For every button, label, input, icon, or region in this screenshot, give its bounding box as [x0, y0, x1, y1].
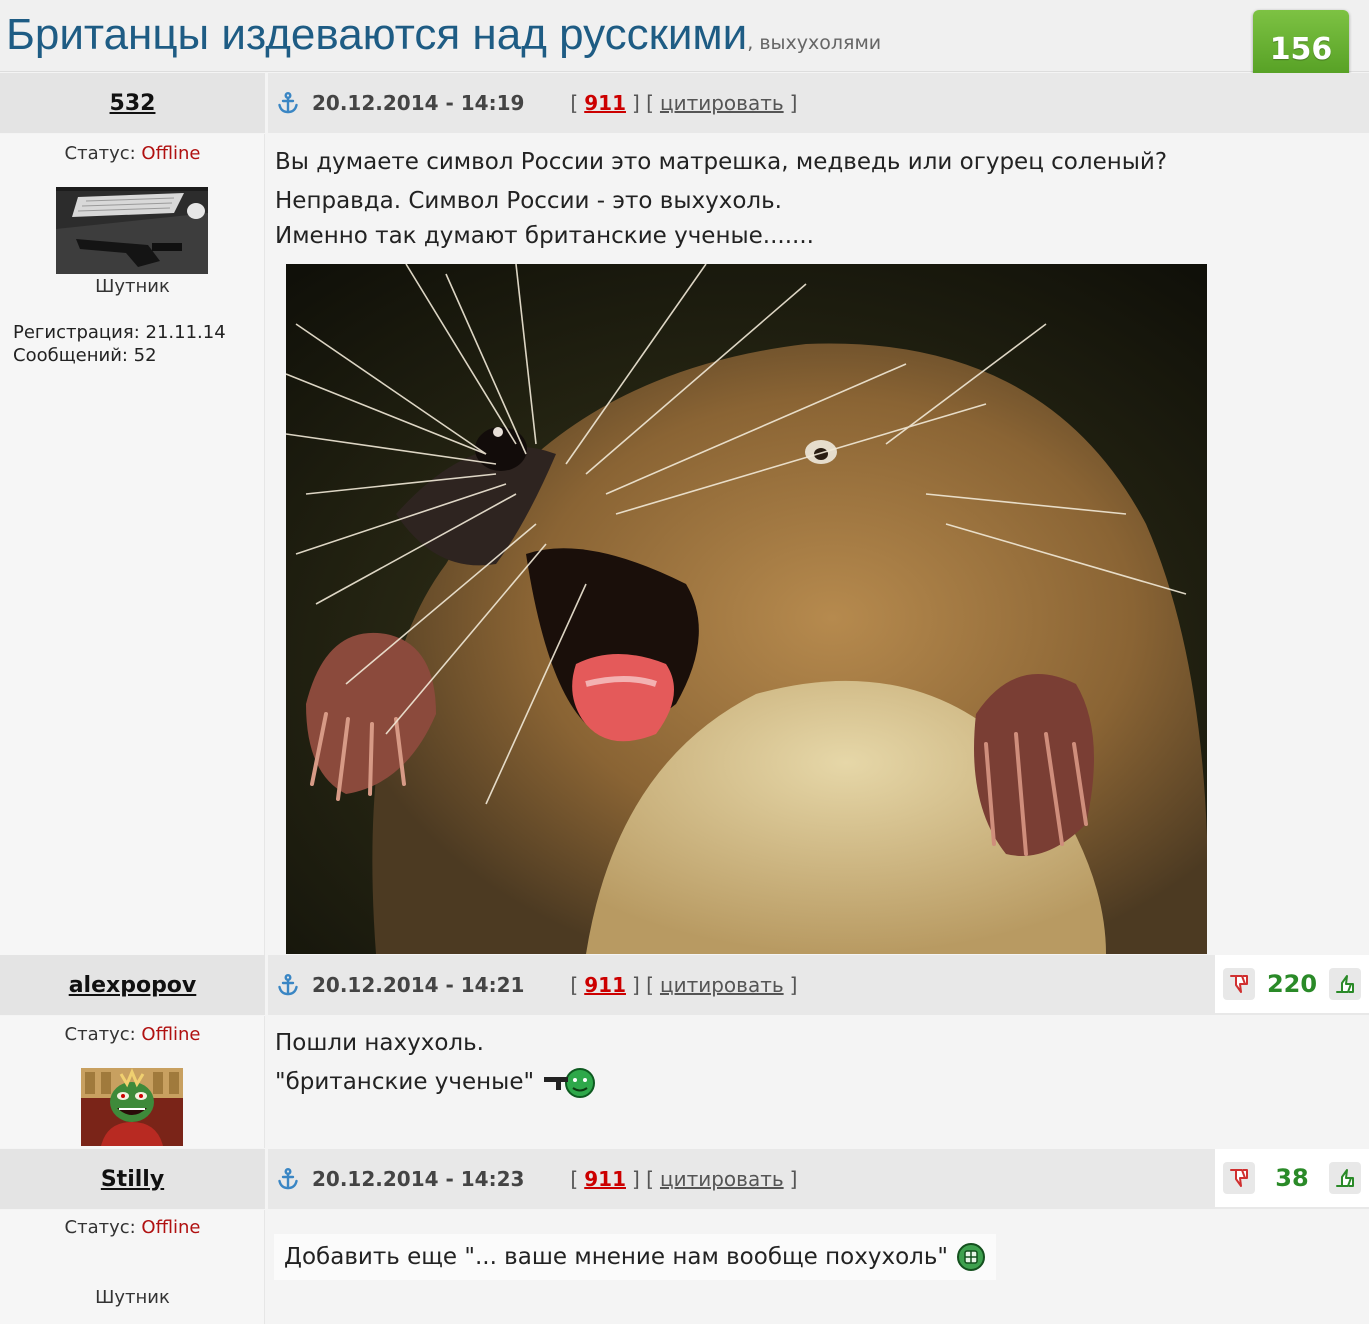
vote-count: 220	[1266, 970, 1318, 998]
author-registration: Регистрация: 21.11.14	[13, 322, 226, 343]
smiley-icon	[956, 1243, 985, 1271]
post-author-cell: 532	[0, 73, 265, 133]
post-vote-widget: 38	[1215, 1149, 1369, 1207]
anchor-icon[interactable]	[276, 973, 300, 997]
post-body: Вы думаете символ России это матрешка, м…	[268, 134, 1369, 955]
post-header: 20.12.2014 - 14:23 [911] [цитировать] 38	[268, 1149, 1369, 1209]
status-offline: Offline	[141, 1217, 201, 1238]
post-author-cell: alexpopov	[0, 955, 265, 1015]
quote-link[interactable]: цитировать	[660, 91, 784, 115]
report-link[interactable]: 911	[584, 973, 626, 997]
post-text-line: Добавить еще "... ваше мнение нам вообще…	[274, 1234, 996, 1280]
post-date: 20.12.2014 - 14:19	[312, 91, 525, 115]
post-header: 20.12.2014 - 14:19 [911] [цитировать]	[268, 73, 1369, 133]
vote-down-button[interactable]	[1223, 968, 1255, 1000]
avatar[interactable]	[81, 1068, 183, 1146]
author-rank: Шутник	[95, 276, 170, 297]
thumbs-down-icon	[1230, 975, 1248, 993]
author-link[interactable]: Stilly	[101, 1167, 164, 1192]
anchor-icon[interactable]	[276, 91, 300, 115]
author-link[interactable]: alexpopov	[69, 973, 197, 998]
post-date: 20.12.2014 - 14:21	[312, 973, 525, 997]
post-text-line: Неправда. Символ России - это выхухоль.	[275, 188, 782, 214]
vote-up-button[interactable]	[1328, 968, 1361, 1000]
topic-header: Британцы издеваются над русскими, выхухо…	[0, 0, 1369, 72]
author-status: Статус: Offline	[64, 1217, 201, 1238]
post-author-cell: Stilly	[0, 1149, 265, 1209]
avatar[interactable]	[56, 187, 208, 274]
post-text-line: Вы думаете символ России это матрешка, м…	[275, 149, 1168, 175]
author-message-count: Сообщений: 52	[13, 345, 157, 366]
post-body: Добавить еще "... ваше мнение нам вообще…	[268, 1210, 1369, 1324]
author-link[interactable]: 532	[110, 91, 156, 116]
topic-subtitle: , выхухолями	[747, 32, 882, 54]
quote-link[interactable]: цитировать	[660, 1167, 784, 1191]
author-status: Статус: Offline	[64, 1024, 201, 1045]
post-text-line: Пошли нахухоль.	[275, 1030, 484, 1056]
thumbs-down-icon	[1230, 1169, 1248, 1187]
thumbs-up-icon	[1335, 975, 1354, 993]
vote-up-button[interactable]	[1329, 1162, 1361, 1194]
vote-down-button[interactable]	[1223, 1162, 1255, 1194]
post-links: [911] [цитировать]	[570, 973, 798, 997]
post-2: alexpopov 20.12.2014 - 14:21 [911] [цити…	[0, 955, 1369, 1148]
report-link[interactable]: 911	[584, 1167, 626, 1191]
post-3: Stilly 20.12.2014 - 14:23 [911] [цитиров…	[0, 1149, 1369, 1324]
post-body: Пошли нахухоль. "британские ученые"	[268, 1016, 1369, 1148]
post-1: 532 20.12.2014 - 14:19 [911] [цитировать…	[0, 73, 1369, 955]
post-text-line: "британские ученые"	[275, 1063, 598, 1101]
author-sidebar: Статус: Offline Шутник	[0, 1210, 265, 1324]
post-header: 20.12.2014 - 14:21 [911] [цитировать] 22…	[268, 955, 1369, 1015]
status-offline: Offline	[141, 1024, 201, 1045]
author-sidebar: Статус: Offline Шутник Регистрация: 21.1…	[0, 134, 265, 955]
vote-count: 38	[1275, 1164, 1309, 1192]
post-date: 20.12.2014 - 14:23	[312, 1167, 525, 1191]
anchor-icon[interactable]	[276, 1167, 300, 1191]
post-text-line: Именно так думают британские ученые.....…	[275, 223, 814, 249]
quote-link[interactable]: цитировать	[660, 973, 784, 997]
author-sidebar: Статус: Offline	[0, 1016, 265, 1148]
status-offline: Offline	[141, 143, 201, 164]
post-links: [911] [цитировать]	[570, 1167, 798, 1191]
author-status: Статус: Offline	[64, 143, 201, 164]
author-rank: Шутник	[95, 1287, 170, 1308]
topic-title: Британцы издеваются над русскими, выхухо…	[6, 10, 882, 59]
smiley-gun-icon	[544, 1068, 596, 1098]
report-link[interactable]: 911	[584, 91, 626, 115]
post-links: [911] [цитировать]	[570, 91, 798, 115]
post-image[interactable]	[286, 264, 1207, 954]
post-vote-widget: 220	[1215, 955, 1369, 1013]
thumbs-up-icon	[1336, 1169, 1354, 1187]
